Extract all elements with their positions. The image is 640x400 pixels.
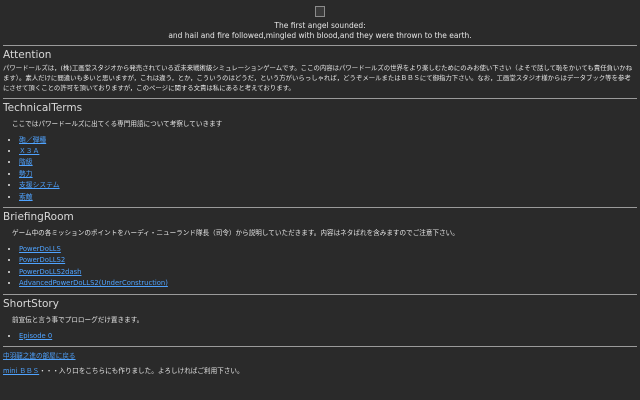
attention-heading: Attention bbox=[3, 49, 52, 61]
link-advanced-powerdolls2[interactable]: AdvancedPowerDoLLS2(UnderConstruction) bbox=[19, 279, 168, 287]
divider bbox=[3, 346, 637, 348]
short-story-section: ShortStory 前宣伝と言う事でプロローグだけ置きます。 Episode … bbox=[3, 298, 637, 342]
divider bbox=[3, 207, 637, 209]
technical-terms-section: TechnicalTerms ここではパワードールズに出てくる専門用語について考… bbox=[3, 102, 637, 203]
short-story-list: Episode 0 bbox=[3, 331, 637, 342]
list-item: 砲／弾種 bbox=[19, 135, 637, 146]
technical-terms-heading: TechnicalTerms bbox=[3, 101, 83, 114]
attention-section: Attention パワードールズは，(株)工画堂スタジオから発売されている近未… bbox=[3, 49, 637, 94]
link-x3a[interactable]: Ｘ３Ａ bbox=[19, 147, 39, 155]
short-story-lead: 前宣伝と言う事でプロローグだけ置きます。 bbox=[12, 315, 144, 324]
short-story-heading: ShortStory bbox=[3, 297, 59, 310]
briefing-room-list: PowerDoLLS PowerDoLLS2 PowerDoLLS2dash A… bbox=[3, 244, 637, 290]
list-item: 索敵 bbox=[19, 192, 637, 203]
list-item: Ｘ３Ａ bbox=[19, 146, 637, 157]
banner: The first angel sounded: and hail and fi… bbox=[3, 2, 637, 41]
back-link[interactable]: 中羽龍之進の部屋に戻る bbox=[3, 352, 76, 360]
footer-back: 中羽龍之進の部屋に戻る bbox=[3, 351, 637, 361]
footer-bbs: mini ＢＢＳ・・・入り口をこちらにも作りました。よろしければご利用下さい。 bbox=[3, 366, 637, 376]
divider bbox=[3, 97, 637, 99]
divider bbox=[3, 45, 637, 46]
link-rank[interactable]: 階級 bbox=[19, 158, 33, 166]
page: The first angel sounded: and hail and fi… bbox=[0, 0, 640, 400]
link-powerdolls[interactable]: PowerDoLLS bbox=[19, 245, 61, 253]
briefing-room-section: BriefingRoom ゲーム中の各ミッションのポイントをハーディ・ニューラン… bbox=[3, 211, 637, 290]
attention-text: パワードールズは，(株)工画堂スタジオから発売されている近未来戦術級シミュレーシ… bbox=[3, 64, 633, 93]
briefing-room-lead: ゲーム中の各ミッションのポイントをハーディ・ニューランド隊長（司令）から説明して… bbox=[12, 229, 459, 238]
divider bbox=[3, 293, 637, 295]
briefing-room-heading: BriefingRoom bbox=[3, 211, 74, 224]
list-item: 支援システム bbox=[19, 180, 637, 191]
list-item: Episode 0 bbox=[19, 331, 637, 342]
technical-terms-list: 砲／弾種 Ｘ３Ａ 階級 勢力 支援システム 索敵 bbox=[3, 135, 637, 203]
link-reconnaissance[interactable]: 索敵 bbox=[19, 193, 33, 201]
link-episode-0[interactable]: Episode 0 bbox=[19, 332, 52, 340]
list-item: 階級 bbox=[19, 157, 637, 168]
link-faction[interactable]: 勢力 bbox=[19, 170, 33, 178]
quote-line-2: and hail and fire followed,mingled with … bbox=[168, 31, 472, 40]
link-powerdolls2dash[interactable]: PowerDoLLS2dash bbox=[19, 268, 81, 276]
list-item: PowerDoLLS2 bbox=[19, 255, 637, 266]
bbs-text: ・・・入り口をこちらにも作りました。よろしければご利用下さい。 bbox=[39, 367, 244, 376]
broken-image-icon bbox=[315, 6, 325, 17]
list-item: AdvancedPowerDoLLS2(UnderConstruction) bbox=[19, 278, 637, 289]
link-support-system[interactable]: 支援システム bbox=[19, 181, 60, 189]
quote-line-1: The first angel sounded: bbox=[274, 21, 366, 30]
link-powerdolls2[interactable]: PowerDoLLS2 bbox=[19, 256, 65, 264]
bbs-link[interactable]: mini ＢＢＳ bbox=[3, 367, 39, 375]
link-gun-ammo[interactable]: 砲／弾種 bbox=[19, 136, 46, 144]
list-item: 勢力 bbox=[19, 169, 637, 180]
list-item: PowerDoLLS bbox=[19, 244, 637, 255]
list-item: PowerDoLLS2dash bbox=[19, 267, 637, 278]
technical-terms-lead: ここではパワードールズに出てくる専門用語について考察していきます bbox=[12, 119, 223, 128]
